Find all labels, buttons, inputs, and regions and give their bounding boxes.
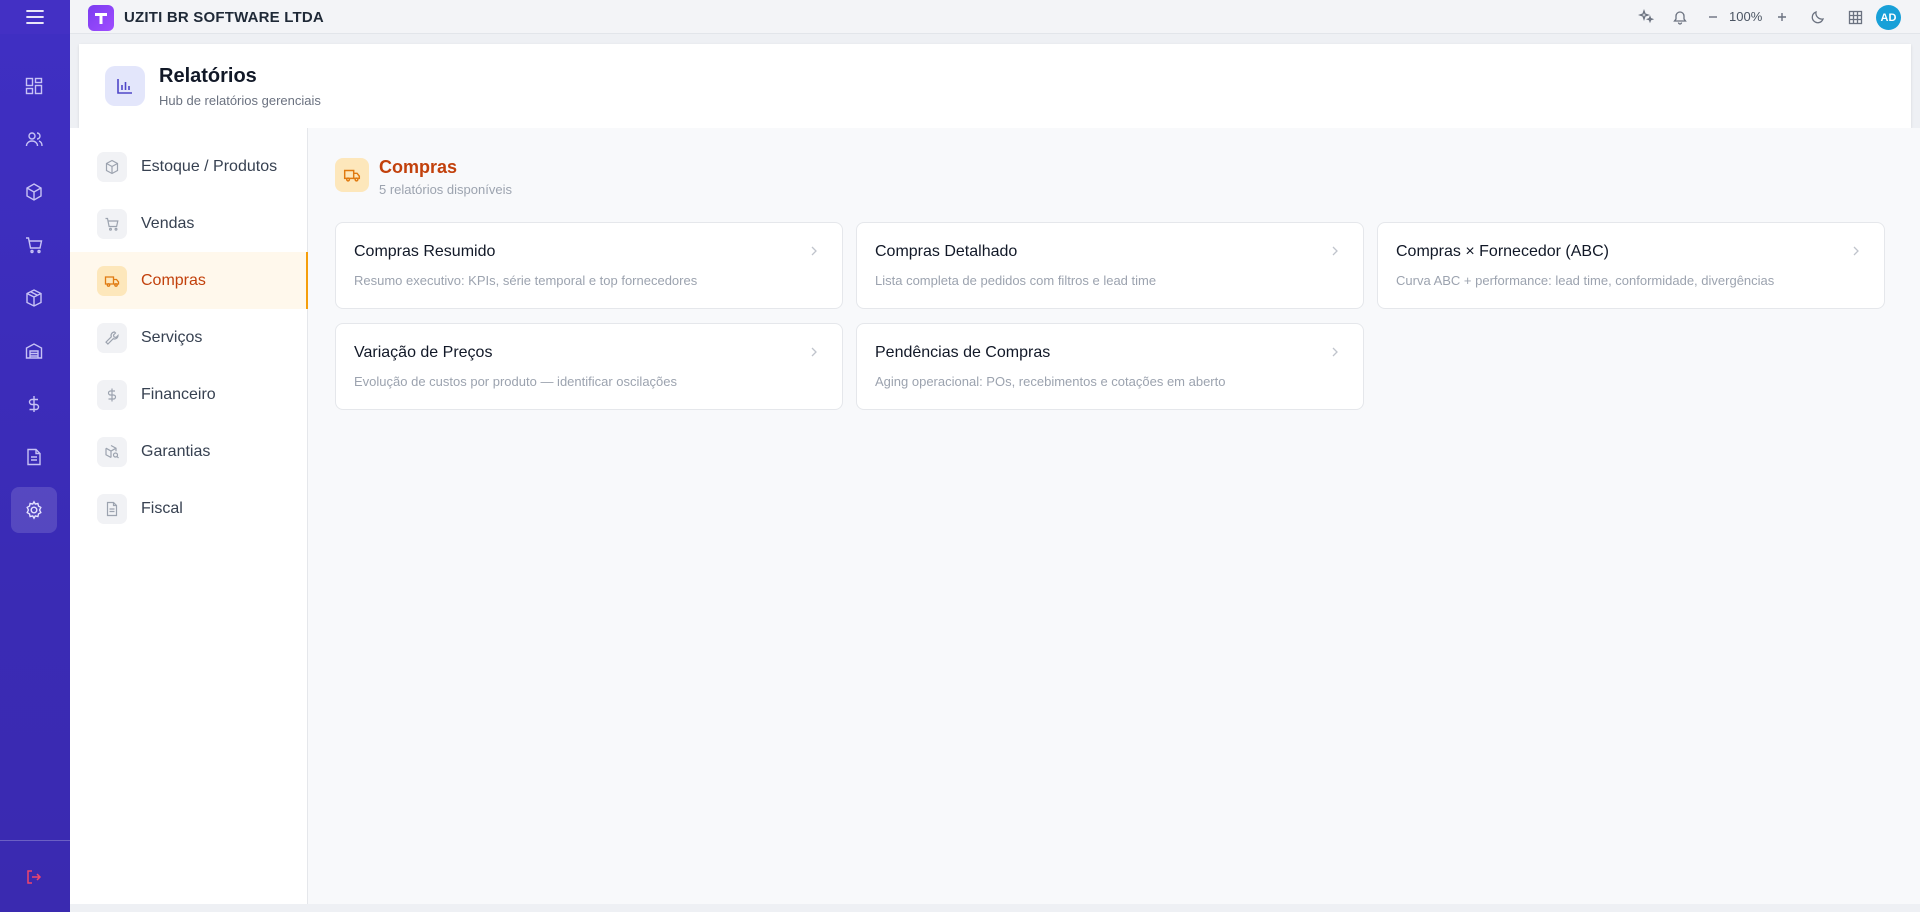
section-subtitle: 5 relatórios disponíveis <box>379 182 512 197</box>
left-rail <box>0 34 70 912</box>
report-card-variacao-precos[interactable]: Variação de Preços Evolução de custos po… <box>335 323 843 410</box>
wrench-icon <box>97 322 127 353</box>
report-card-title: Compras Resumido <box>354 243 496 260</box>
report-card-description: Evolução de custos por produto — identif… <box>354 374 678 389</box>
nav-item-fiscal[interactable]: Fiscal <box>70 480 308 537</box>
report-card-title: Variação de Preços <box>354 344 493 361</box>
logout-button[interactable] <box>11 854 57 900</box>
cart-icon <box>97 208 127 239</box>
chevron-right-icon <box>1850 245 1862 257</box>
company-logo[interactable] <box>88 5 114 31</box>
chevron-right-icon <box>1329 346 1341 358</box>
document-icon <box>97 493 127 524</box>
report-category-nav: Estoque / Produtos Vendas Compras Serviç… <box>70 128 308 904</box>
report-card-description: Lista completa de pedidos com filtros e … <box>875 273 1157 288</box>
rail-users[interactable] <box>11 116 57 162</box>
page-header: Relatórios Hub de relatórios gerenciais <box>79 44 1911 128</box>
hamburger-menu-button[interactable] <box>0 0 70 34</box>
rail-settings[interactable] <box>11 487 57 533</box>
rail-dashboard[interactable] <box>11 63 57 109</box>
report-card-description: Aging operacional: POs, recebimentos e c… <box>875 374 1226 389</box>
rail-sales[interactable] <box>11 222 57 268</box>
zoom-in-button[interactable] <box>1772 7 1792 27</box>
menu-icon <box>26 10 44 24</box>
nav-item-label: Fiscal <box>141 499 183 517</box>
rail-fiscal[interactable] <box>11 434 57 480</box>
content-area: Estoque / Produtos Vendas Compras Serviç… <box>70 128 1920 904</box>
users-icon <box>25 132 43 147</box>
box-search-icon <box>97 436 127 467</box>
page-subtitle: Hub de relatórios gerenciais <box>159 93 321 108</box>
zoom-level: 100% <box>1729 9 1763 24</box>
cart-icon <box>26 237 43 254</box>
truck-icon <box>97 265 127 296</box>
dashboard-icon <box>25 77 43 95</box>
minus-icon <box>1709 16 1717 18</box>
dollar-icon <box>97 379 127 410</box>
rail-finance[interactable] <box>11 381 57 427</box>
report-card-description: Curva ABC + performance: lead time, conf… <box>1396 273 1775 288</box>
nav-item-label: Estoque / Produtos <box>141 157 278 175</box>
rail-divider <box>0 840 70 841</box>
nav-item-garantias[interactable]: Garantias <box>70 423 308 480</box>
nav-item-label: Vendas <box>141 214 195 232</box>
nav-item-vendas[interactable]: Vendas <box>70 195 308 252</box>
dollar-icon <box>28 396 40 412</box>
zoom-out-button[interactable] <box>1703 7 1723 27</box>
packages-icon <box>26 289 42 307</box>
document-icon <box>27 448 41 466</box>
box-icon <box>26 183 42 201</box>
report-card-title: Compras Detalhado <box>875 243 1018 260</box>
report-card-title: Compras × Fornecedor (ABC) <box>1396 243 1609 260</box>
chevron-right-icon <box>808 245 820 257</box>
logo-icon <box>95 13 107 24</box>
section-title: Compras <box>379 157 458 177</box>
report-card-compras-fornecedor[interactable]: Compras × Fornecedor (ABC) Curva ABC + p… <box>1377 222 1885 309</box>
bar-chart-icon <box>105 66 145 106</box>
nav-item-label: Financeiro <box>141 385 216 403</box>
nav-item-label: Garantias <box>141 442 211 460</box>
plus-icon <box>1778 13 1786 21</box>
chevron-right-icon <box>808 346 820 358</box>
chevron-right-icon <box>1329 245 1341 257</box>
user-avatar[interactable]: AD <box>1876 5 1901 30</box>
company-name: UZITI BR SOFTWARE LTDA <box>124 9 324 26</box>
truck-icon <box>335 158 369 192</box>
nav-item-label: Compras <box>141 271 206 289</box>
moon-icon[interactable] <box>1808 7 1828 27</box>
nav-item-label: Serviços <box>141 328 203 346</box>
sparkles-icon[interactable] <box>1636 7 1656 27</box>
nav-item-estoque[interactable]: Estoque / Produtos <box>70 138 308 195</box>
report-card-description: Resumo executivo: KPIs, série temporal e… <box>354 273 698 288</box>
grid-icon[interactable] <box>1845 7 1865 27</box>
nav-item-compras[interactable]: Compras <box>70 252 308 309</box>
page-title: Relatórios <box>159 65 257 87</box>
gear-icon <box>26 500 42 520</box>
report-card-pendencias-compras[interactable]: Pendências de Compras Aging operacional:… <box>856 323 1364 410</box>
rail-products[interactable] <box>11 169 57 215</box>
report-card-compras-resumido[interactable]: Compras Resumido Resumo executivo: KPIs,… <box>335 222 843 309</box>
rail-packages[interactable] <box>11 275 57 321</box>
box-icon <box>97 151 127 182</box>
nav-item-financeiro[interactable]: Financeiro <box>70 366 308 423</box>
warehouse-icon <box>25 343 43 359</box>
top-bar: UZITI BR SOFTWARE LTDA 100% AD <box>0 0 1920 34</box>
bell-icon[interactable] <box>1670 7 1690 27</box>
report-card-title: Pendências de Compras <box>875 344 1051 361</box>
reports-panel: Compras 5 relatórios disponíveis Compras… <box>308 128 1920 904</box>
nav-item-servicos[interactable]: Serviços <box>70 309 308 366</box>
report-card-compras-detalhado[interactable]: Compras Detalhado Lista completa de pedi… <box>856 222 1364 309</box>
logout-icon <box>27 870 42 884</box>
rail-warehouse[interactable] <box>11 328 57 374</box>
